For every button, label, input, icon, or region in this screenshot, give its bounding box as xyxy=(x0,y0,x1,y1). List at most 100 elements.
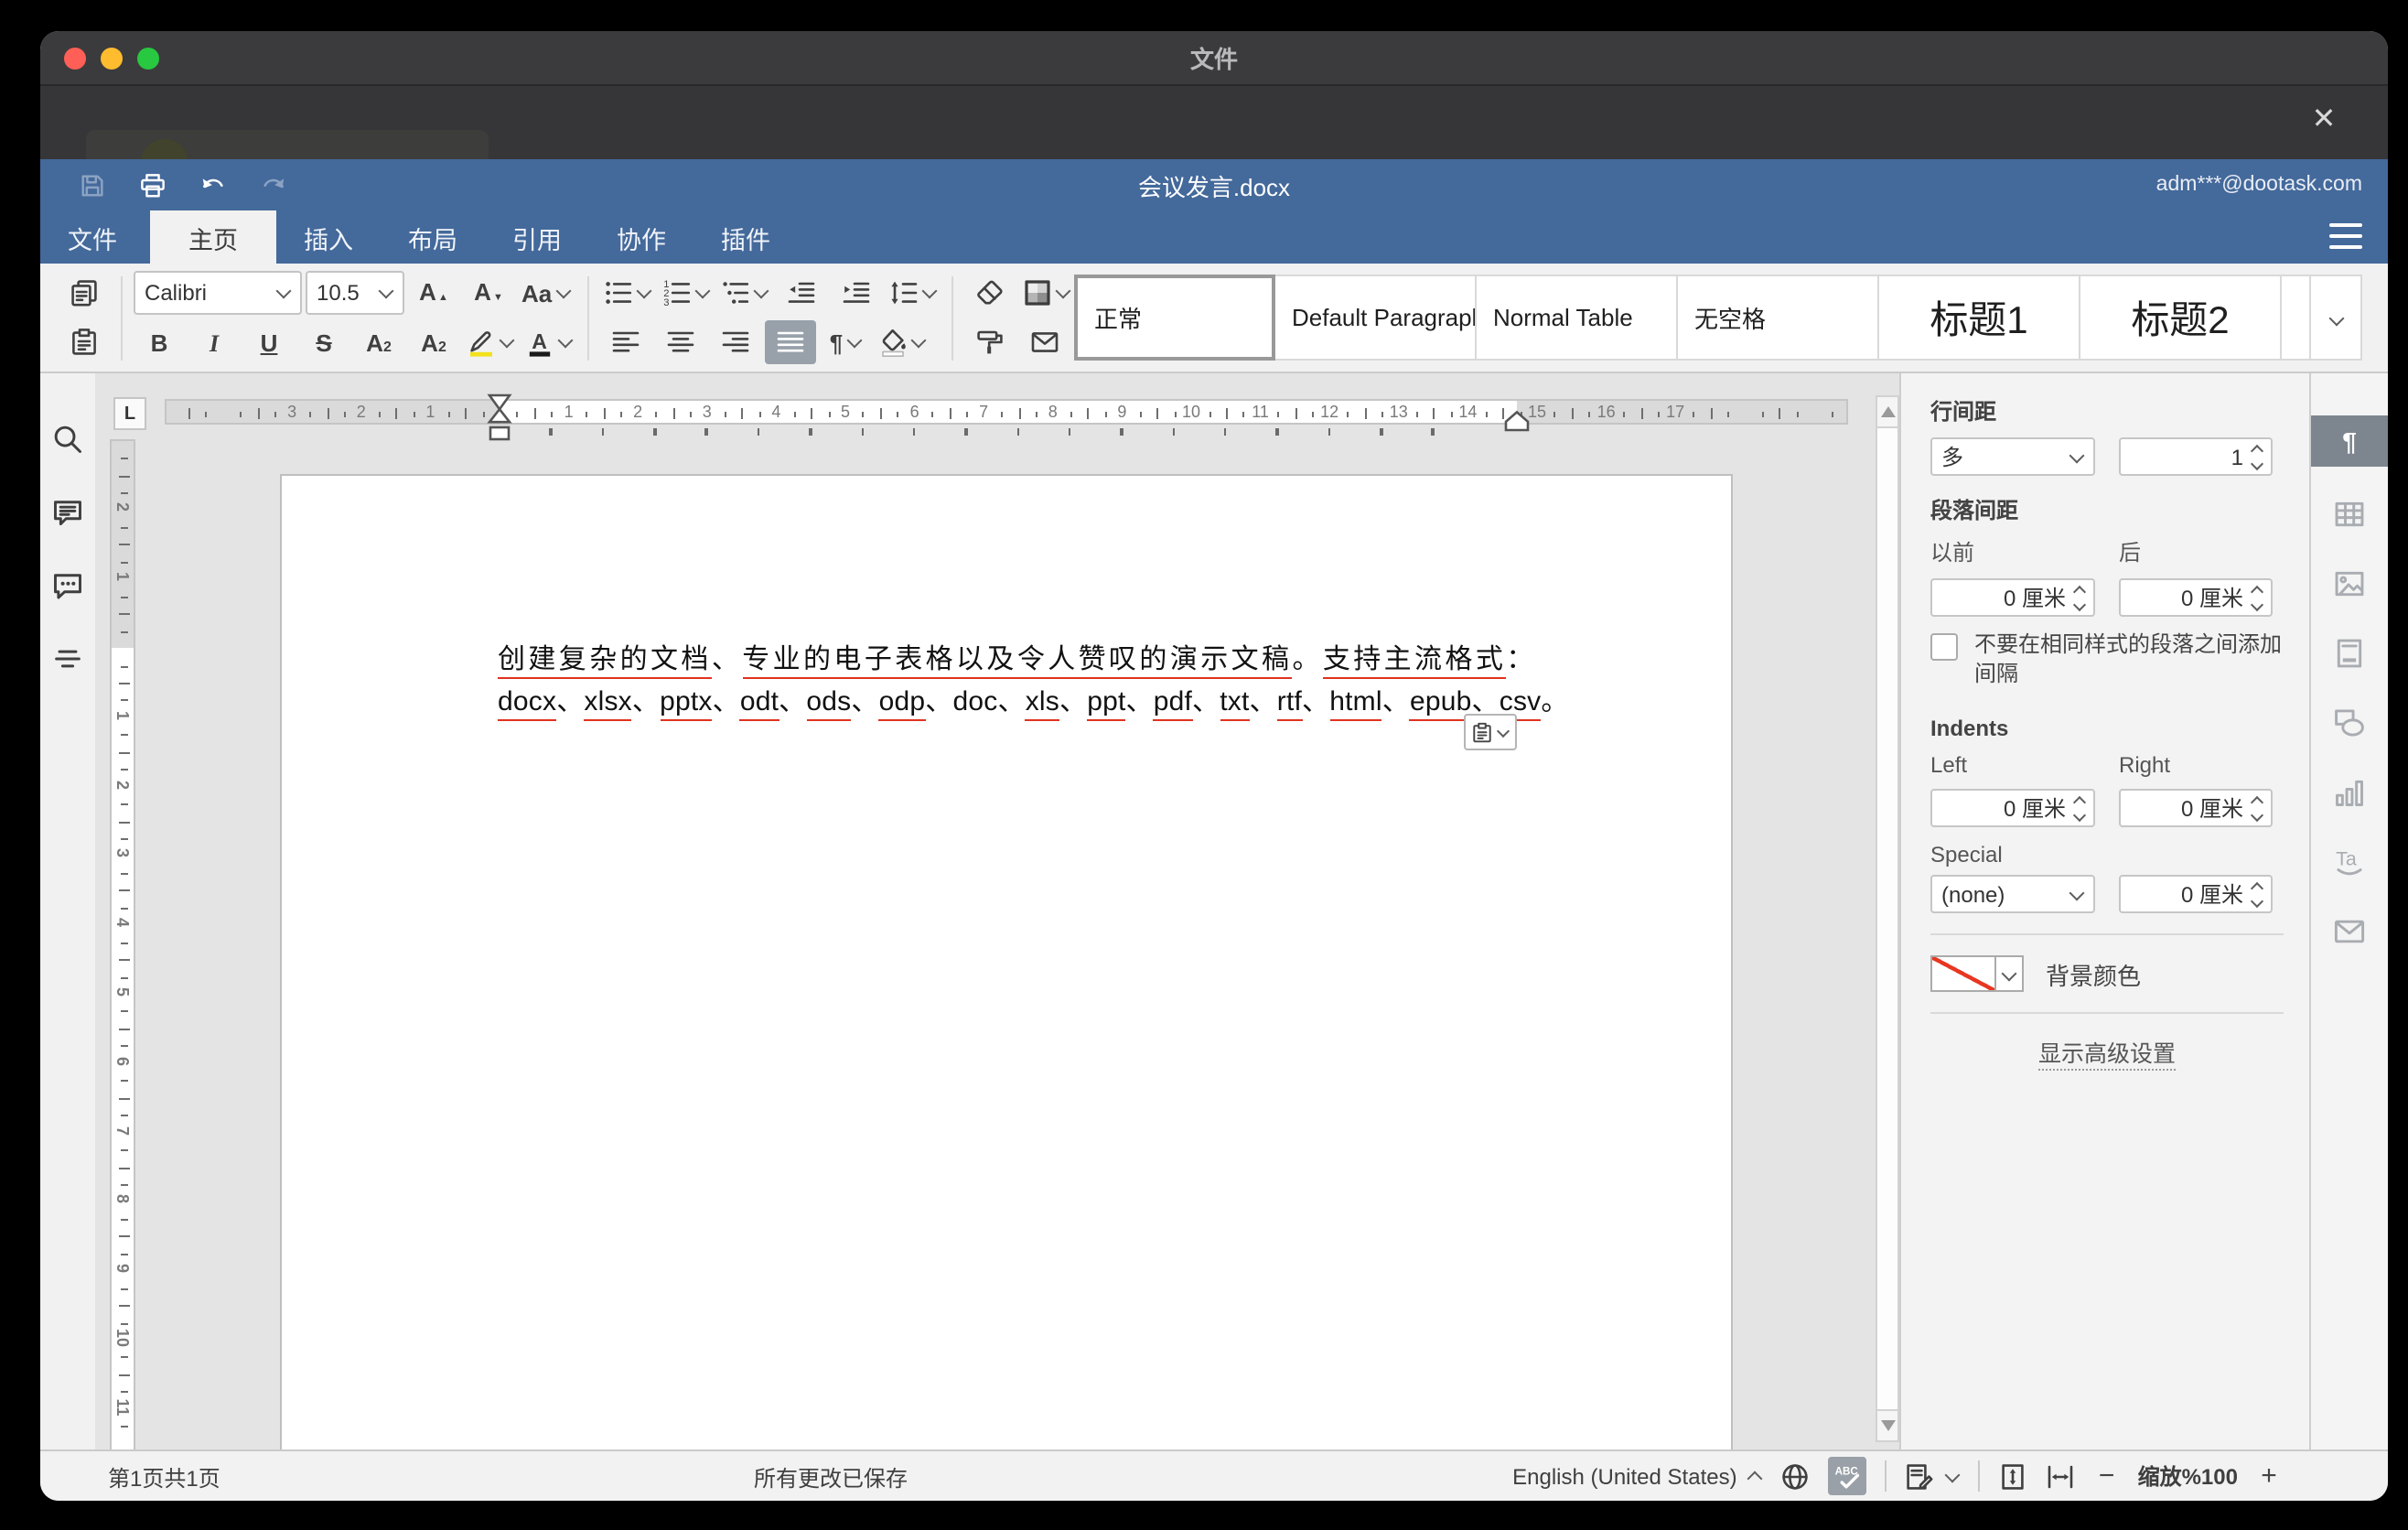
subscript-button[interactable]: A2 xyxy=(408,320,459,364)
tab-插入[interactable]: 插入 xyxy=(276,210,381,264)
align-right-button[interactable] xyxy=(710,320,761,364)
mailmerge-settings-icon xyxy=(2333,915,2366,948)
style-标题1[interactable]: 标题1 xyxy=(1879,275,2080,361)
navigation-button[interactable] xyxy=(49,641,86,677)
special-indent-select[interactable]: (none) xyxy=(1930,875,2095,913)
advanced-settings-link[interactable]: 显示高级设置 xyxy=(2038,1041,2176,1071)
tab-协作[interactable]: 协作 xyxy=(589,210,693,264)
font-increase-button[interactable]: A▲ xyxy=(408,271,459,315)
text-run: 、 xyxy=(712,644,742,675)
fit-page-icon[interactable] xyxy=(1999,1461,2028,1491)
same-style-spacing-checkbox[interactable] xyxy=(1930,633,1958,661)
tab-引用[interactable]: 引用 xyxy=(485,210,589,264)
font-color-button[interactable]: A xyxy=(521,320,576,364)
paragraph-color-button[interactable] xyxy=(1019,271,1074,315)
paste-button[interactable] xyxy=(59,320,110,364)
line-spacing-button[interactable] xyxy=(886,271,941,315)
indent-button[interactable] xyxy=(831,271,882,315)
headerfooter-settings-button[interactable] xyxy=(2311,631,2388,675)
image-settings-button[interactable] xyxy=(2311,562,2388,606)
align-left-button[interactable] xyxy=(600,320,651,364)
right-indent-marker[interactable] xyxy=(1504,410,1530,432)
scroll-up-icon[interactable] xyxy=(1881,406,1896,417)
textart-settings-button[interactable]: Ta xyxy=(2311,840,2388,884)
redo-button[interactable] xyxy=(251,165,295,205)
spacing-before-spinner[interactable]: 0 厘米 xyxy=(1930,578,2095,617)
indent-left-spinner[interactable]: 0 厘米 xyxy=(1930,789,2095,827)
zoom-in-button[interactable]: + xyxy=(2256,1460,2282,1492)
bullets-button[interactable] xyxy=(600,271,655,315)
indent-markers[interactable] xyxy=(485,393,514,443)
chat-button[interactable] xyxy=(49,567,86,604)
numbering-button[interactable]: 123 xyxy=(659,271,714,315)
style-标题2[interactable]: 标题2 xyxy=(2080,275,2282,361)
italic-button[interactable]: I xyxy=(188,320,240,364)
chart-settings-button[interactable] xyxy=(2311,770,2388,814)
change-case-button[interactable]: Aa xyxy=(518,271,574,315)
undo-button[interactable] xyxy=(190,165,234,205)
style-无空格[interactable]: 无空格 xyxy=(1678,275,1879,361)
indent-icon xyxy=(842,278,871,307)
special-indent-spinner[interactable]: 0 厘米 xyxy=(2119,875,2273,913)
special-indent-amount: 0 厘米 xyxy=(2181,878,2243,910)
pilcrow-button[interactable]: ¶ xyxy=(820,320,871,364)
no-color-swatch[interactable] xyxy=(1930,955,1996,992)
highlight-button[interactable] xyxy=(463,320,518,364)
table-settings-button[interactable] xyxy=(2311,492,2388,536)
line-spacing-type-select[interactable]: 多 xyxy=(1930,437,2095,476)
styles-expand-icon[interactable] xyxy=(2311,275,2362,361)
hamburger-menu-icon[interactable] xyxy=(2329,223,2362,249)
tab-插件[interactable]: 插件 xyxy=(693,210,798,264)
text-run: 创建复杂的文档 xyxy=(498,644,712,679)
fit-width-icon[interactable] xyxy=(2047,1461,2076,1491)
justify-button[interactable] xyxy=(765,320,816,364)
save-button[interactable] xyxy=(70,165,113,205)
style-Default Paragraph[interactable]: Default Paragraph xyxy=(1275,275,1477,361)
globe-icon[interactable] xyxy=(1781,1461,1811,1491)
comments-button[interactable] xyxy=(49,494,86,531)
strikethrough-button[interactable]: S xyxy=(298,320,349,364)
tab-文件[interactable]: 文件 xyxy=(40,210,145,264)
search-button[interactable] xyxy=(49,421,86,458)
spellcheck-toggle[interactable]: ABC xyxy=(1829,1457,1867,1495)
outdent-icon xyxy=(787,278,816,307)
line-spacing-value-spinner[interactable]: 1 xyxy=(2119,437,2273,476)
language-selector[interactable]: English (United States) xyxy=(1512,1463,1762,1489)
shape-settings-button[interactable] xyxy=(2311,701,2388,745)
style-正常[interactable]: 正常 xyxy=(1074,275,1275,361)
spacing-after-spinner[interactable]: 0 厘米 xyxy=(2119,578,2273,617)
horizontal-ruler[interactable]: 1231234567891011121314151617 xyxy=(165,399,1848,425)
indent-right-spinner[interactable]: 0 厘米 xyxy=(2119,789,2273,827)
paste-options-button[interactable] xyxy=(1464,714,1517,750)
copy-button[interactable] xyxy=(59,271,110,315)
shading-button[interactable] xyxy=(875,320,930,364)
bold-button[interactable]: B xyxy=(134,320,185,364)
zoom-out-button[interactable]: − xyxy=(2094,1460,2120,1492)
multilevel-button[interactable] xyxy=(717,271,772,315)
tab-主页[interactable]: 主页 xyxy=(150,210,276,264)
copy-style-button[interactable] xyxy=(964,320,1016,364)
font-decrease-button[interactable]: A▼ xyxy=(463,271,514,315)
paragraph-settings-button[interactable]: ¶ xyxy=(2311,415,2388,467)
tab-布局[interactable]: 布局 xyxy=(381,210,485,264)
vertical-scrollbar[interactable] xyxy=(1876,395,1899,1442)
outdent-button[interactable] xyxy=(776,271,827,315)
mailmerge-settings-button[interactable] xyxy=(2311,910,2388,954)
style-Normal Table[interactable]: Normal Table xyxy=(1477,275,1678,361)
underline-button[interactable]: U xyxy=(243,320,295,364)
scroll-down-icon[interactable] xyxy=(1881,1420,1896,1431)
print-button[interactable] xyxy=(130,165,174,205)
scroll-thumb[interactable] xyxy=(1877,426,1897,1411)
font-size-select[interactable]: 10.5 xyxy=(306,271,404,315)
background-color-dropdown-icon[interactable] xyxy=(1996,955,2024,992)
vertical-ruler[interactable]: 121234567891011 xyxy=(110,439,135,1449)
document-page[interactable]: 创建复杂的文档、专业的电子表格以及令人赞叹的演示文稿。支持主流格式： docx、… xyxy=(280,474,1733,1449)
mailmerge-button[interactable] xyxy=(1019,320,1070,364)
tab-selector-corner[interactable]: L xyxy=(113,397,146,430)
font-name-select[interactable]: Calibri xyxy=(134,271,302,315)
superscript-button[interactable]: A2 xyxy=(353,320,404,364)
clear-style-button[interactable] xyxy=(964,271,1016,315)
close-icon[interactable]: ✕ xyxy=(2304,101,2344,141)
track-changes-button[interactable] xyxy=(1906,1461,1961,1491)
align-center-button[interactable] xyxy=(655,320,706,364)
